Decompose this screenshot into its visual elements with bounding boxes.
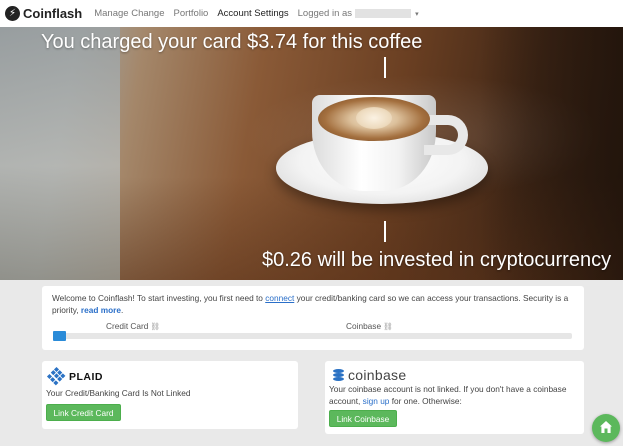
hero-window-light	[0, 27, 120, 280]
lightning-icon: ⚡	[5, 6, 20, 21]
hero-shadow	[480, 27, 623, 280]
brand-name: Coinflash	[23, 6, 83, 21]
coin-stack-icon	[333, 369, 344, 381]
link-credit-card-button[interactable]: Link Credit Card	[46, 404, 121, 421]
logged-in-label: Logged in as	[297, 8, 353, 19]
user-menu[interactable]: Logged in as ▾	[298, 8, 419, 19]
hero-banner: You charged your card $3.74 for this cof…	[0, 27, 623, 280]
link-icon: ⛓	[150, 322, 160, 331]
link-icon: ⛓	[383, 322, 393, 331]
link-coinbase-button[interactable]: Link Coinbase	[329, 410, 397, 427]
plaid-card: PLAID Your Credit/Banking Card Is Not Li…	[42, 361, 298, 429]
welcome-message: Welcome to Coinflash! To start investing…	[52, 292, 574, 316]
welcome-card: Welcome to Coinflash! To start investing…	[42, 286, 584, 350]
chevron-down-icon: ▾	[415, 10, 419, 18]
nav-account-settings[interactable]: Account Settings	[217, 8, 288, 19]
welcome-text-end: .	[121, 305, 124, 315]
plaid-logo: PLAID	[47, 366, 103, 386]
hero-connector-top	[384, 57, 386, 78]
coffee-cup-handle	[424, 115, 468, 155]
coinbase-status: Your coinbase account is not linked. If …	[329, 383, 579, 407]
plaid-logo-text: PLAID	[69, 370, 103, 383]
hero-connector-bottom	[384, 221, 386, 242]
setup-steps: Credit Card ⛓ Coinbase ⛓	[52, 321, 572, 333]
signup-link[interactable]: sign up	[363, 396, 390, 406]
coinbase-logo-text: coinbase	[348, 367, 407, 383]
home-button[interactable]	[592, 414, 620, 442]
setup-progress-fill	[53, 331, 66, 341]
home-icon	[600, 421, 612, 433]
hero-charge-text: You charged your card $3.74 for this cof…	[41, 31, 423, 53]
brand-logo[interactable]: ⚡ Coinflash	[5, 6, 82, 21]
top-navbar: ⚡ Coinflash Manage Change Portfolio Acco…	[0, 0, 623, 27]
nav-manage-change[interactable]: Manage Change	[94, 8, 164, 19]
nav-portfolio[interactable]: Portfolio	[173, 8, 208, 19]
hero-invest-text: $0.26 will be invested in cryptocurrency	[262, 249, 612, 271]
step-coinbase: Coinbase ⛓	[346, 321, 393, 331]
connect-link[interactable]: connect	[265, 293, 294, 303]
redacted-username	[355, 9, 412, 18]
latte-art	[356, 107, 392, 129]
setup-progress-bar	[53, 331, 572, 341]
coinbase-card: coinbase Your coinbase account is not li…	[325, 361, 584, 434]
coinbase-text-part-2: for one. Otherwise:	[389, 396, 462, 406]
card-link-status: Your Credit/Banking Card Is Not Linked	[46, 388, 191, 398]
welcome-text-part-1: Welcome to Coinflash! To start investing…	[52, 293, 266, 303]
step-credit-card: Credit Card ⛓	[106, 321, 160, 331]
coinbase-logo: coinbase	[333, 367, 406, 383]
step-credit-card-label: Credit Card	[106, 321, 149, 331]
step-coinbase-label: Coinbase	[346, 321, 382, 331]
read-more-link[interactable]: read more	[81, 305, 121, 315]
plaid-icon	[47, 366, 66, 386]
